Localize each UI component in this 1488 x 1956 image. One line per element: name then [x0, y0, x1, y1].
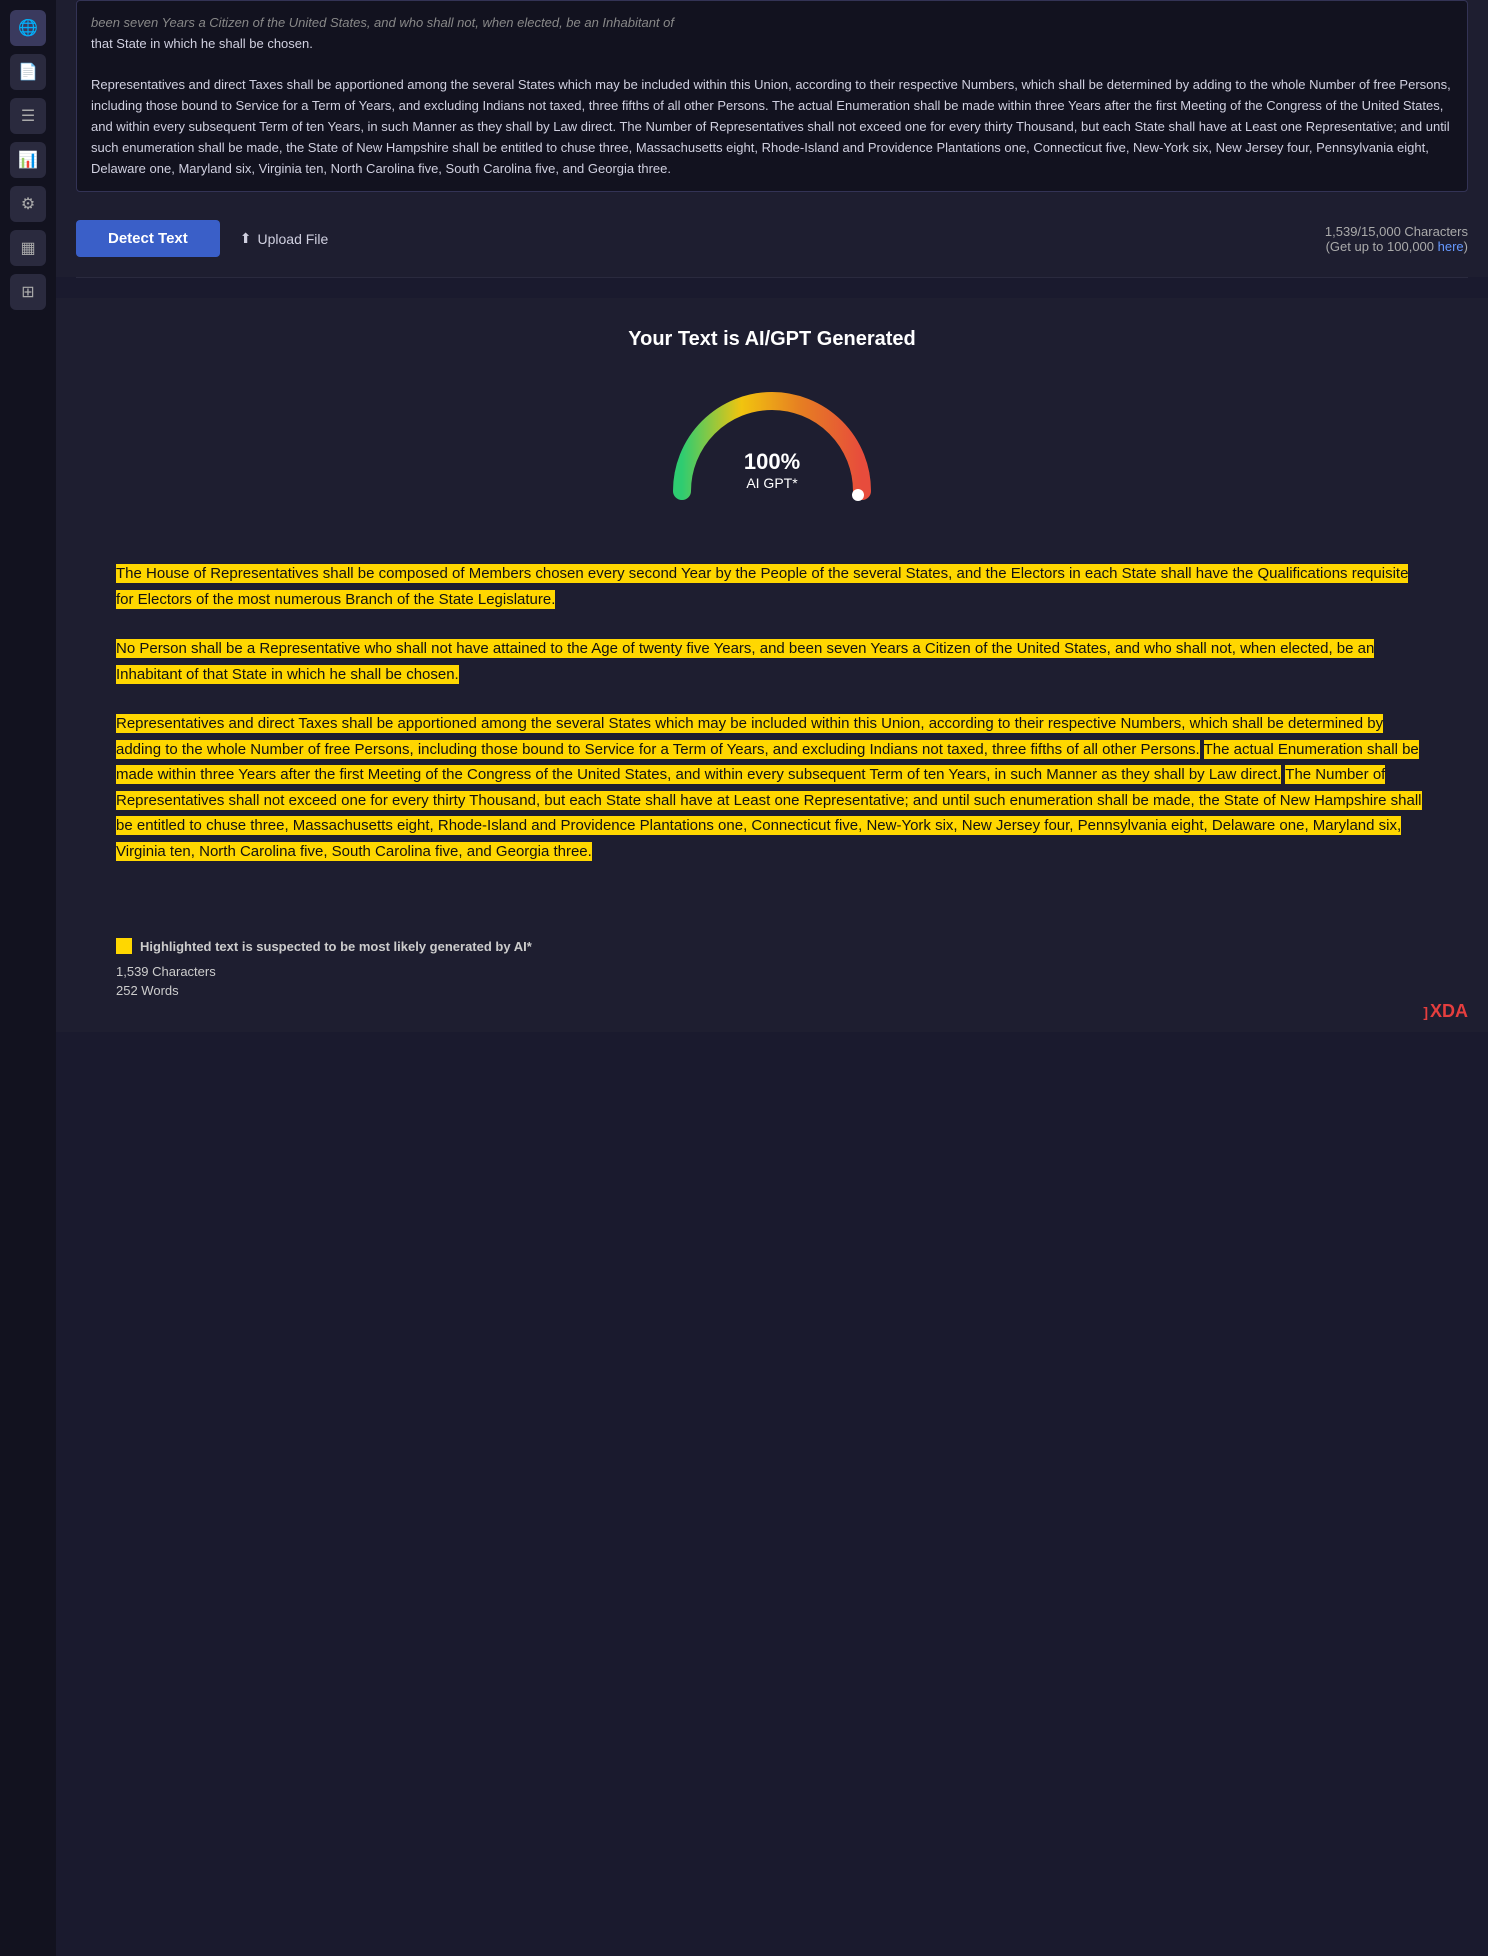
gauge-wrapper: 100% AI GPT* — [662, 381, 882, 501]
text-area-wrapper[interactable]: been seven Years a Citizen of the United… — [76, 0, 1468, 192]
upload-file-button[interactable]: ⬆ Upload File — [240, 230, 329, 247]
detect-text-button[interactable]: Detect Text — [76, 220, 220, 257]
text-display: been seven Years a Citizen of the United… — [77, 1, 1467, 191]
sidebar: 🌐 📄 ☰ 📊 ⚙ ▦ ⊞ — [0, 0, 56, 1956]
results-text-section: The House of Representatives shall be co… — [56, 561, 1488, 918]
upload-label: Upload File — [257, 231, 328, 247]
footer-section: Highlighted text is suspected to be most… — [56, 918, 1488, 1032]
sidebar-icon-file[interactable]: 📄 — [10, 54, 46, 90]
upload-icon: ⬆ — [240, 230, 252, 247]
action-bar: Detect Text ⬆ Upload File 1,539/15,000 C… — [56, 208, 1488, 277]
upgrade-prefix: (Get up to 100,000 — [1326, 239, 1438, 254]
main-content: been seven Years a Citizen of the United… — [56, 0, 1488, 1956]
gauge-label: AI GPT* — [744, 475, 800, 491]
highlight-text-1: The House of Representatives shall be co… — [116, 564, 1408, 609]
highlight-text-3a: Representatives and direct Taxes shall b… — [116, 714, 1383, 759]
upgrade-suffix: ) — [1464, 239, 1468, 254]
sidebar-icon-list[interactable]: ☰ — [10, 98, 46, 134]
gauge-percent: 100% — [744, 449, 800, 475]
word-count-stat: 252 Words — [116, 983, 1428, 998]
gauge-center-text: 100% AI GPT* — [744, 449, 800, 491]
upgrade-link[interactable]: here — [1438, 239, 1464, 254]
highlighted-paragraph-3: Representatives and direct Taxes shall b… — [116, 711, 1428, 864]
char-count-display: 1,539/15,000 Characters (Get up to 100,0… — [1325, 224, 1468, 254]
text-body: Representatives and direct Taxes shall b… — [91, 77, 1451, 175]
text-input-section: been seven Years a Citizen of the United… — [56, 0, 1488, 208]
xda-bracket-icon: ] — [1423, 1004, 1428, 1020]
text-first-line: been seven Years a Citizen of the United… — [91, 15, 674, 30]
legend-box — [116, 938, 132, 954]
sidebar-icon-chart[interactable]: 📊 — [10, 142, 46, 178]
legend-text: Highlighted text is suspected to be most… — [140, 939, 532, 954]
divider — [76, 277, 1468, 278]
highlighted-paragraph-2: No Person shall be a Representative who … — [116, 636, 1428, 687]
xda-text: XDA — [1430, 1001, 1468, 1022]
sidebar-icon-settings[interactable]: ⚙ — [10, 186, 46, 222]
result-title: Your Text is AI/GPT Generated — [76, 328, 1468, 351]
results-section: Your Text is AI/GPT Generated — [56, 298, 1488, 561]
xda-logo: ] XDA — [1423, 1001, 1468, 1022]
text-second-line: that State in which he shall be chosen. — [91, 36, 313, 51]
legend-row: Highlighted text is suspected to be most… — [116, 938, 1428, 954]
char-count-stat: 1,539 Characters — [116, 964, 1428, 979]
sidebar-icon-table[interactable]: ▦ — [10, 230, 46, 266]
sidebar-icon-globe[interactable]: 🌐 — [10, 10, 46, 46]
char-count-text: 1,539/15,000 Characters — [1325, 224, 1468, 239]
gauge-container: 100% AI GPT* — [76, 381, 1468, 501]
sidebar-icon-grid[interactable]: ⊞ — [10, 274, 46, 310]
upgrade-text: (Get up to 100,000 here) — [1325, 239, 1468, 254]
highlight-text-2: No Person shall be a Representative who … — [116, 639, 1374, 684]
highlighted-paragraph-1: The House of Representatives shall be co… — [116, 561, 1428, 612]
